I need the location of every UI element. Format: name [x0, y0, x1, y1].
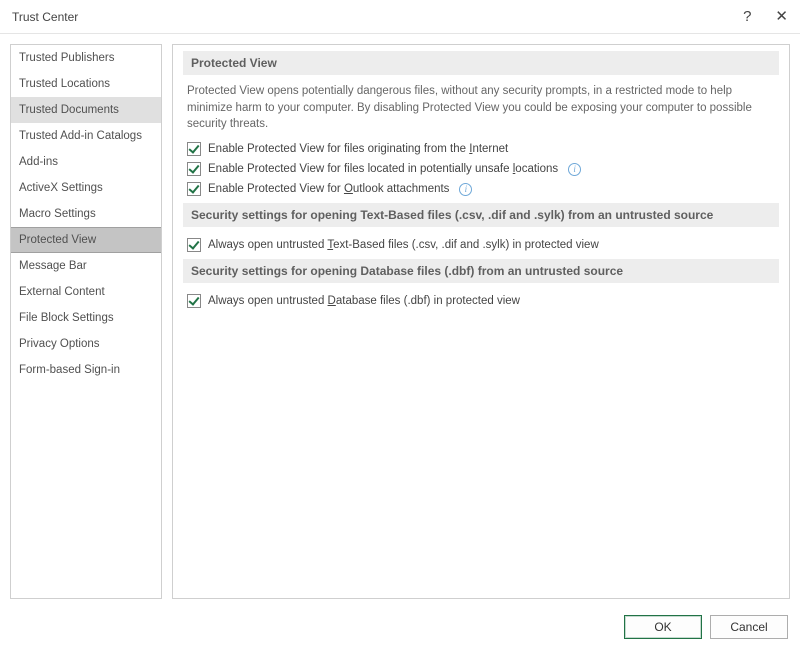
info-icon[interactable]: i	[459, 183, 472, 196]
sidebar-item-activex-settings[interactable]: ActiveX Settings	[11, 175, 161, 201]
label-pv-internet: Enable Protected View for files originat…	[208, 143, 508, 155]
titlebar-controls: ? ✕	[743, 9, 788, 24]
sidebar-item-privacy-options[interactable]: Privacy Options	[11, 331, 161, 357]
dialog-footer: OK Cancel	[0, 609, 800, 645]
sidebar-item-macro-settings[interactable]: Macro Settings	[11, 201, 161, 227]
sidebar-item-file-block-settings[interactable]: File Block Settings	[11, 305, 161, 331]
sidebar-item-trusted-locations[interactable]: Trusted Locations	[11, 71, 161, 97]
checkbox-db[interactable]	[187, 294, 201, 308]
window-title: Trust Center	[12, 10, 78, 24]
checkbox-pv-outlook[interactable]	[187, 182, 201, 196]
option-pv-unsafe-locations: Enable Protected View for files located …	[183, 159, 779, 179]
option-pv-internet: Enable Protected View for files originat…	[183, 139, 779, 159]
group-header-db-files: Security settings for opening Database f…	[183, 259, 779, 283]
protected-view-description: Protected View opens potentially dangero…	[183, 83, 779, 139]
category-sidebar: Trusted Publishers Trusted Locations Tru…	[10, 44, 162, 599]
info-icon[interactable]: i	[568, 163, 581, 176]
option-db: Always open untrusted Database files (.d…	[183, 291, 779, 311]
sidebar-item-add-ins[interactable]: Add-ins	[11, 149, 161, 175]
sidebar-item-trusted-addin-catalogs[interactable]: Trusted Add-in Catalogs	[11, 123, 161, 149]
help-icon[interactable]: ?	[743, 9, 751, 24]
option-text-based: Always open untrusted Text-Based files (…	[183, 235, 779, 255]
cancel-button[interactable]: Cancel	[710, 615, 788, 639]
sidebar-item-trusted-publishers[interactable]: Trusted Publishers	[11, 45, 161, 71]
sidebar-item-external-content[interactable]: External Content	[11, 279, 161, 305]
checkbox-text-based[interactable]	[187, 238, 201, 252]
option-pv-outlook: Enable Protected View for Outlook attach…	[183, 179, 779, 199]
checkbox-pv-internet[interactable]	[187, 142, 201, 156]
close-icon[interactable]: ✕	[775, 9, 788, 24]
checkbox-pv-unsafe-locations[interactable]	[187, 162, 201, 176]
dialog-body: Trusted Publishers Trusted Locations Tru…	[0, 34, 800, 609]
titlebar: Trust Center ? ✕	[0, 0, 800, 34]
label-text-based: Always open untrusted Text-Based files (…	[208, 239, 599, 251]
sidebar-item-protected-view[interactable]: Protected View	[11, 227, 161, 253]
content-panel: Protected View Protected View opens pote…	[172, 44, 790, 599]
label-db: Always open untrusted Database files (.d…	[208, 295, 520, 307]
sidebar-item-message-bar[interactable]: Message Bar	[11, 253, 161, 279]
sidebar-item-form-based-sign-in[interactable]: Form-based Sign-in	[11, 357, 161, 383]
label-pv-outlook: Enable Protected View for Outlook attach…	[208, 183, 449, 195]
ok-button[interactable]: OK	[624, 615, 702, 639]
group-header-protected-view: Protected View	[183, 51, 779, 75]
label-pv-unsafe-locations: Enable Protected View for files located …	[208, 163, 558, 175]
sidebar-item-trusted-documents[interactable]: Trusted Documents	[11, 97, 161, 123]
group-header-text-files: Security settings for opening Text-Based…	[183, 203, 779, 227]
